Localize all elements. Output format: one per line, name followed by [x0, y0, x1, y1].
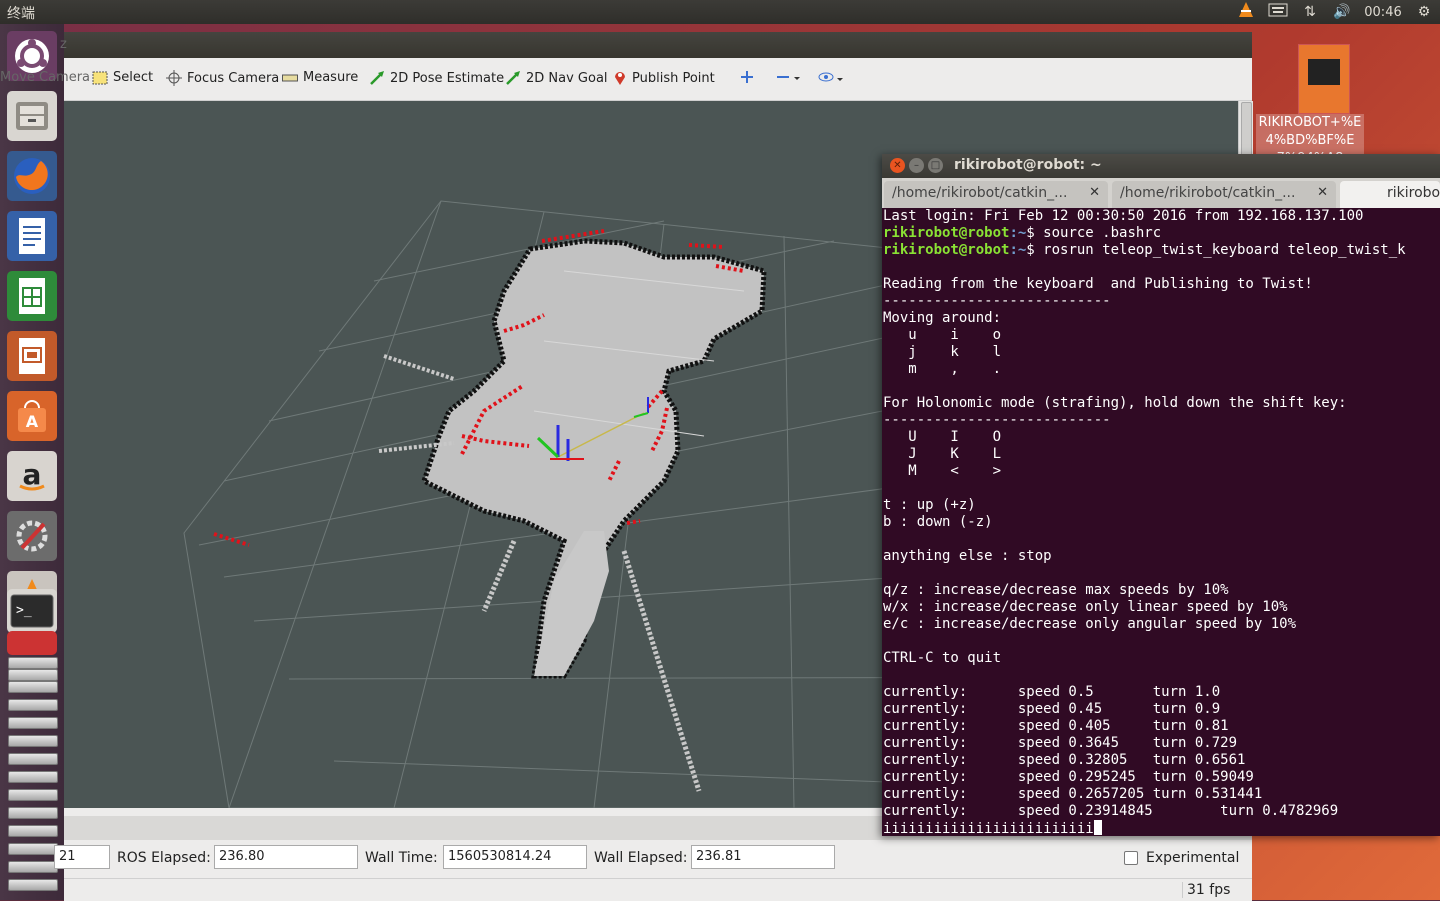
tab-label: /home/rikirobot/catkin_... — [892, 185, 1068, 201]
view-menu-button[interactable] — [818, 70, 846, 84]
focus-camera-label: Focus Camera — [187, 70, 280, 86]
gear-icon[interactable]: ⚙ — [1408, 4, 1440, 20]
pose-estimate-label: 2D Pose Estimate — [390, 70, 505, 86]
prompt-path: :~ — [1009, 242, 1027, 258]
measure-label: Measure — [303, 70, 359, 85]
terminal-login-line: Last login: Fri Feb 12 00:30:50 2016 fro… — [883, 208, 1364, 224]
launcher: A a >_ — [0, 24, 64, 900]
eye-icon — [818, 72, 843, 82]
wall-elapsed-field[interactable]: 236.81 — [691, 845, 835, 869]
document-thumbnail-icon — [1298, 44, 1350, 114]
terminal-tabs: /home/rikirobot/catkin_... ✕ /home/rikiro… — [882, 178, 1440, 208]
rviz-titlebar[interactable]: z — [60, 32, 1252, 58]
occupancy-map — [378, 238, 767, 792]
typed-input: iiiiiiiiiiiiiiiiiiiiiiiii — [883, 821, 1094, 836]
wall-time-field[interactable]: 1560530814.24 — [443, 845, 587, 869]
writer-icon[interactable] — [7, 211, 57, 261]
impress-icon[interactable] — [7, 331, 57, 381]
experimental-checkbox[interactable]: Experimental — [1124, 850, 1239, 866]
firefox-icon[interactable] — [7, 151, 57, 201]
minimize-icon[interactable]: – — [909, 158, 924, 173]
clock[interactable]: 00:46 — [1358, 5, 1408, 20]
ruler-icon — [282, 74, 298, 81]
move-camera-label: Move Camera — [0, 70, 91, 85]
plus-icon — [741, 71, 753, 83]
prompt-user: rikirobot@robot — [883, 225, 1010, 241]
terminal-tab[interactable]: /home/rikirobot/catkin_... ✕ — [884, 181, 1108, 208]
prompt-path: :~ — [1009, 225, 1027, 241]
ros-time-field[interactable]: 21 — [54, 845, 110, 869]
app-icon[interactable] — [7, 631, 57, 655]
remove-tool-button[interactable] — [776, 70, 800, 84]
fps-counter: 31 fps — [1182, 882, 1230, 898]
top-panel: 终端 ⇅ 🔊 00:46 ⚙ — [0, 0, 1440, 24]
desktop-file[interactable]: RIKIROBOT+%E4%BD%BF%E7%94%A8 — [1256, 44, 1366, 168]
tab-label: /home/rikirobot/catkin_... — [1120, 185, 1296, 201]
volume-icon[interactable]: 🔊 — [1326, 4, 1358, 20]
time-panel: 21 ROS Elapsed: 236.80 Wall Time: 156053… — [54, 840, 1252, 876]
terminal-title: rikirobot@robot: ~ — [954, 157, 1102, 173]
svg-text:>_: >_ — [16, 603, 32, 618]
terminal-command-line: rikirobot@robot:~$ rosrun teleop_twist_k… — [883, 242, 1439, 259]
pose-estimate-tool[interactable]: 2D Pose Estimate — [369, 70, 504, 86]
active-app-title: 终端 — [7, 6, 35, 22]
measure-tool[interactable]: Measure — [282, 70, 358, 85]
select-tool[interactable]: Select — [92, 70, 153, 85]
publish-point-tool[interactable]: Publish Point — [613, 70, 715, 86]
software-center-icon[interactable]: A — [7, 391, 57, 441]
ros-elapsed-label: ROS Elapsed: — [117, 850, 211, 866]
text-cursor — [1093, 820, 1102, 835]
terminal-titlebar[interactable]: ✕ – □ rikirobot@robot: ~ — [882, 154, 1440, 178]
calc-icon[interactable] — [7, 271, 57, 321]
minus-icon — [777, 76, 800, 80]
move-camera-tool[interactable]: Move Camera — [0, 70, 90, 85]
system-tray: ⇅ 🔊 00:46 ⚙ — [1230, 0, 1440, 24]
maximize-icon[interactable]: □ — [928, 158, 943, 173]
files-icon[interactable] — [7, 91, 57, 141]
nav-goal-tool[interactable]: 2D Nav Goal — [505, 70, 608, 86]
close-icon[interactable]: ✕ — [1089, 185, 1100, 200]
publish-point-label: Publish Point — [632, 70, 715, 86]
green-arrow-icon — [506, 71, 520, 85]
rviz-toolbar: Move Camera Select Focus Camera Measure … — [0, 58, 1252, 101]
tab-label: rikirobo — [1387, 185, 1440, 201]
select-label: Select — [113, 70, 154, 85]
terminal-window: ✕ – □ rikirobot@robot: ~ /home/rikirobot… — [882, 154, 1440, 836]
wall-elapsed-label: Wall Elapsed: — [594, 850, 688, 866]
map-pin-icon — [615, 72, 625, 85]
prompt-user: rikirobot@robot — [883, 242, 1010, 258]
terminal-icon[interactable]: >_ — [7, 589, 57, 633]
checkbox-icon — [1124, 851, 1138, 865]
focus-camera-tool[interactable]: Focus Camera — [166, 70, 279, 86]
green-arrow-icon — [370, 71, 384, 85]
close-icon[interactable]: ✕ — [1317, 185, 1328, 200]
close-icon[interactable]: ✕ — [890, 158, 905, 173]
select-icon — [92, 71, 108, 84]
vlc-icon[interactable] — [1230, 1, 1262, 23]
terminal-tab[interactable]: /home/rikirobot/catkin_... ✕ — [1112, 181, 1336, 208]
keyboard-icon[interactable] — [1262, 3, 1294, 21]
ros-elapsed-field[interactable]: 236.80 — [214, 845, 358, 869]
command-text: $ rosrun teleop_twist_keyboard teleop_tw… — [1026, 242, 1406, 258]
nav-goal-label: 2D Nav Goal — [526, 70, 608, 86]
terminal-input-line: iiiiiiiiiiiiiiiiiiiiiiiii — [883, 820, 1439, 836]
terminal-program-output: Reading from the keyboard and Publishing… — [883, 276, 1347, 819]
wall-time-label: Wall Time: — [365, 850, 438, 866]
settings-icon[interactable] — [7, 511, 57, 561]
status-bar: 31 fps — [64, 878, 1252, 901]
add-tool-button[interactable] — [740, 70, 754, 84]
terminal-tab-active[interactable]: rikirobo — [1340, 181, 1440, 208]
network-icon[interactable]: ⇅ — [1294, 4, 1326, 20]
amazon-icon[interactable]: a — [7, 451, 57, 501]
terminal-output[interactable]: Last login: Fri Feb 12 00:30:50 2016 fro… — [883, 208, 1439, 836]
svg-text:a: a — [23, 458, 42, 491]
terminal-command-line: rikirobot@robot:~$ source .bashrc — [883, 225, 1439, 242]
svg-text:A: A — [26, 412, 39, 431]
command-text: $ source .bashrc — [1026, 225, 1162, 241]
experimental-label: Experimental — [1146, 850, 1240, 866]
crosshair-icon — [166, 70, 182, 86]
